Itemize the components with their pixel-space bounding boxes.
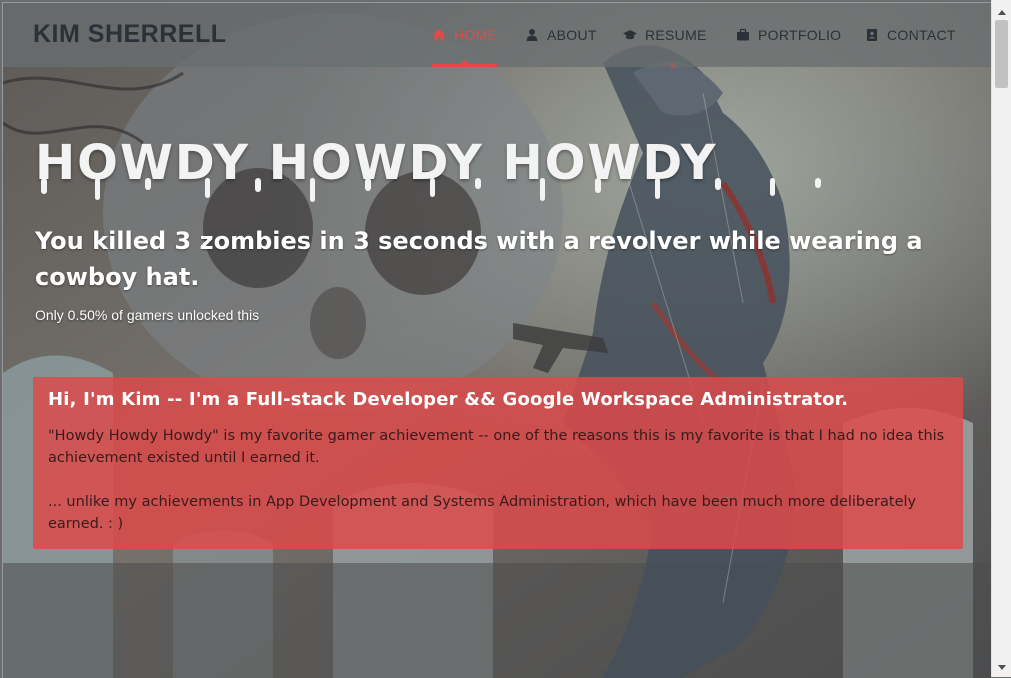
achievement-stat: Only 0.50% of gamers unlocked this [35,307,260,323]
graduation-cap-icon [623,28,637,42]
intro-card: Hi, I'm Kim -- I'm a Full-stack Develope… [33,377,963,549]
nav-about-label: ABOUT [547,27,597,43]
user-icon [525,28,539,42]
scroll-up-arrow-icon[interactable] [992,4,1011,20]
scroll-down-arrow-icon[interactable] [992,659,1011,675]
nav-contact[interactable]: CONTACT [865,3,956,67]
dripping-letters-decoration [41,178,821,202]
nav-home[interactable]: HOME [432,3,498,67]
intro-heading: Hi, I'm Kim -- I'm a Full-stack Develope… [48,389,849,410]
home-icon [432,28,446,42]
page-viewport: KIM SHERRELL HOME ABOUT RESUME PORTFOLIO [2,2,991,678]
nav-about[interactable]: ABOUT [525,3,597,67]
nav-resume[interactable]: RESUME [623,3,707,67]
nav-portfolio-label: PORTFOLIO [758,27,842,43]
top-navbar: KIM SHERRELL HOME ABOUT RESUME PORTFOLIO [3,3,991,67]
vertical-scrollbar[interactable] [991,0,1011,677]
site-brand[interactable]: KIM SHERRELL [33,20,227,49]
intro-paragraph-2: ... unlike my achievements in App Develo… [48,494,917,532]
intro-paragraph-1: "Howdy Howdy Howdy" is my favorite gamer… [48,428,945,466]
hero-subtitle: You killed 3 zombies in 3 seconds with a… [35,227,923,291]
nav-portfolio[interactable]: PORTFOLIO [736,3,841,67]
nav-resume-label: RESUME [645,27,707,43]
scrollbar-thumb[interactable] [995,20,1008,88]
address-book-icon [865,28,879,42]
nav-contact-label: CONTACT [887,27,956,43]
briefcase-icon [736,28,750,42]
hero-background-image [3,3,991,678]
nav-home-label: HOME [454,27,498,43]
